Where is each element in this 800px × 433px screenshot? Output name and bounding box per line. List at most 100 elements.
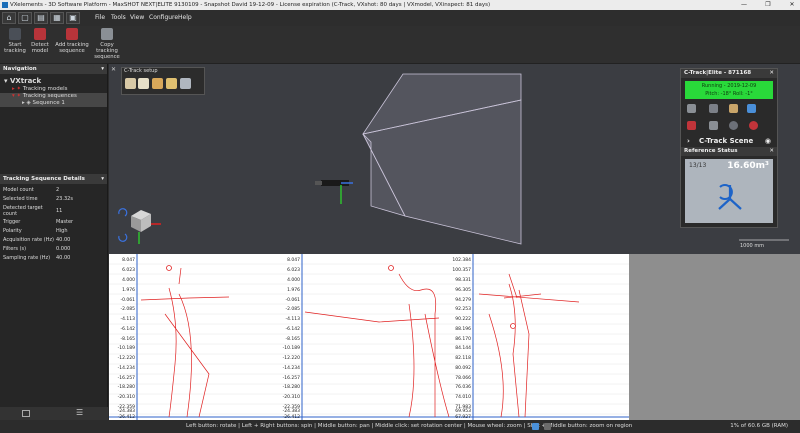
axis-tick-label: 98.331 bbox=[455, 277, 471, 283]
visibility-eye-icon[interactable]: ◉ bbox=[765, 135, 771, 147]
detail-row: Acquisition rate (Hz) 40.00 bbox=[3, 237, 71, 243]
tracker-config-icon[interactable] bbox=[687, 104, 696, 113]
axis-tick-label: -16.257 bbox=[118, 375, 136, 381]
ctrack-scene-row[interactable]: › C-Track Scene ◉ bbox=[681, 135, 777, 147]
detect-model-button[interactable]: Detect model bbox=[28, 28, 52, 54]
tree-item-sequence-1[interactable]: ▸ ◈ Sequence 1 bbox=[0, 100, 107, 107]
view-cube[interactable] bbox=[131, 210, 161, 244]
axis-tick-label: 92.253 bbox=[455, 306, 471, 312]
detail-row: Filters (s) 0.000 bbox=[3, 246, 71, 252]
copy-tracking-sequence-button[interactable]: Copy tracking sequence bbox=[92, 28, 122, 60]
navigation-title: Navigation bbox=[3, 66, 37, 72]
axis-tick-label: 84.144 bbox=[455, 345, 471, 351]
export-icon[interactable]: ▣ bbox=[66, 12, 80, 24]
axis-tick-label: -0.061 bbox=[285, 297, 300, 303]
axis-tick-label: -24.383 bbox=[283, 408, 301, 414]
save-as-icon[interactable]: ▦ bbox=[50, 12, 64, 24]
navigation-tree: ▾ VXtrack ▸ ✦ Tracking models ▾ ✦ Tracki… bbox=[0, 77, 107, 107]
axis-tick-label: 8.047 bbox=[122, 257, 135, 263]
menu-bar: ⌂ ▢ ▤ ▦ ▣ File Tools View Configure Help bbox=[0, 10, 800, 26]
axis-tick-label: -2.085 bbox=[285, 306, 300, 312]
axis-tick-label: 8.047 bbox=[287, 257, 300, 263]
axis-tick-label: 1.976 bbox=[287, 287, 300, 293]
axis-tick-label: -10.189 bbox=[118, 345, 136, 351]
detail-row: Trigger Master bbox=[3, 219, 74, 225]
detail-row: Selected time 23.32s bbox=[3, 196, 73, 202]
axis-tick-label: 82.118 bbox=[455, 355, 471, 361]
detail-row: Sampling rate (Hz) 40.00 bbox=[3, 255, 71, 261]
reference-close-icon[interactable]: ✕ bbox=[769, 147, 774, 156]
menu-help[interactable]: Help bbox=[178, 10, 192, 26]
start-tracking-button[interactable]: Start tracking bbox=[3, 28, 27, 54]
tree-item-tracking-models[interactable]: ▸ ✦ Tracking models bbox=[0, 86, 107, 93]
reference-status-header: Reference Status ✕ bbox=[681, 147, 777, 156]
start-tracking-label: Start tracking bbox=[4, 42, 26, 54]
axis-tick-label: 86.170 bbox=[455, 336, 471, 342]
axis-tick-label: -8.165 bbox=[120, 336, 135, 342]
calibration-icon[interactable] bbox=[729, 104, 738, 113]
axis-tick-label: -14.234 bbox=[283, 365, 301, 371]
menu-file[interactable]: File bbox=[95, 10, 105, 26]
sphere-icon[interactable] bbox=[729, 121, 738, 130]
scale-label: 1000 mm bbox=[740, 243, 765, 249]
details-collapse-icon[interactable]: ▾ bbox=[101, 174, 104, 184]
axis-tick-label: -24.383 bbox=[118, 408, 136, 414]
rotate-arrows-icon[interactable] bbox=[118, 208, 128, 242]
status-indicator-1-icon[interactable] bbox=[532, 423, 539, 430]
close-window-button[interactable]: ✕ bbox=[784, 0, 800, 10]
toolbar: Start tracking Detect model Add tracking… bbox=[0, 26, 800, 64]
detect-model-label: Detect model bbox=[31, 42, 49, 54]
axis-tick-label: -14.234 bbox=[118, 365, 136, 371]
axis-tick-label: 6.023 bbox=[122, 267, 135, 273]
window-title: VXelements - 3D Software Platform - MaxS… bbox=[10, 2, 491, 8]
details-title: Tracking Sequence Details bbox=[3, 176, 85, 182]
navigation-panel: Navigation ▾ ▾ VXtrack ▸ ✦ Tracking mode… bbox=[0, 64, 108, 174]
mouse-hint-text: Left button: rotate | Left + Right butto… bbox=[186, 423, 633, 429]
positioning-icon[interactable] bbox=[709, 121, 718, 130]
menu-view[interactable]: View bbox=[130, 10, 144, 26]
menu-configure[interactable]: Configure bbox=[149, 10, 178, 26]
tree-item-tracking-sequences[interactable]: ▾ ✦ Tracking sequences bbox=[0, 93, 107, 100]
ctrack-panel: C-Track|Elite - 871168 ✕ Running - 2019-… bbox=[680, 68, 778, 228]
tracking-sequence-details-panel: Tracking Sequence Details ▾ Model count 2… bbox=[0, 174, 108, 407]
trajectory-graphs[interactable]: 8.047 6.023 4.000 1.976 -0.061 -2.085 -4… bbox=[109, 254, 629, 420]
axis-tick-label: -12.220 bbox=[118, 355, 136, 361]
list-view-icon[interactable]: ☰ bbox=[76, 408, 83, 417]
status-indicator-2-icon[interactable] bbox=[544, 423, 551, 430]
axis-tick-label: 76.036 bbox=[455, 384, 471, 390]
target-icon[interactable] bbox=[687, 121, 696, 130]
graphs-canvas: 8.047 6.023 4.000 1.976 -0.061 -2.085 -4… bbox=[109, 254, 629, 420]
home-icon[interactable]: ⌂ bbox=[2, 12, 16, 24]
axis-tick-label: -8.165 bbox=[285, 336, 300, 342]
maximize-button[interactable]: ❐ bbox=[760, 0, 776, 10]
add-tracking-sequence-button[interactable]: Add tracking sequence bbox=[55, 28, 89, 54]
axis-tick-label: -2.085 bbox=[120, 306, 135, 312]
axis-tick-label: 6.023 bbox=[287, 267, 300, 273]
details-header: Tracking Sequence Details ▾ bbox=[0, 174, 107, 184]
axis-tick-label: 4.000 bbox=[287, 277, 300, 283]
axis-tick-label: -12.220 bbox=[283, 355, 301, 361]
grid-view-icon[interactable] bbox=[22, 410, 30, 417]
status-bar: Left button: rotate | Left + Right butto… bbox=[0, 420, 800, 433]
ctrack-panel-header: C-Track|Elite - 871168 ✕ bbox=[681, 69, 777, 78]
new-file-icon[interactable]: ▢ bbox=[18, 12, 32, 24]
detect-model-icon bbox=[34, 28, 46, 40]
camera-icon[interactable] bbox=[709, 104, 718, 113]
ctrack-panel-close-icon[interactable]: ✕ bbox=[769, 69, 774, 78]
menu-tools[interactable]: Tools bbox=[111, 10, 126, 26]
reference-count: 13/13 bbox=[689, 162, 707, 169]
navigation-collapse-icon[interactable]: ▾ bbox=[101, 64, 104, 74]
title-bar: VXelements - 3D Software Platform - MaxS… bbox=[0, 0, 800, 10]
scene-expand-icon[interactable]: › bbox=[687, 135, 690, 147]
display-icon[interactable] bbox=[747, 104, 756, 113]
tree-item-vxtrack[interactable]: ▾ VXtrack bbox=[0, 77, 107, 86]
axis-tick-label: -20.310 bbox=[118, 394, 136, 400]
minimize-button[interactable]: — bbox=[736, 0, 752, 10]
stop-icon[interactable] bbox=[749, 121, 758, 130]
reference-volume: 16.60m³ bbox=[727, 161, 769, 171]
axis-tick-label: 102.384 bbox=[452, 257, 471, 263]
detail-row: Model count 2 bbox=[3, 187, 60, 193]
trajectory-curves bbox=[140, 267, 580, 418]
axis-tick-label: 94.279 bbox=[455, 297, 471, 303]
save-icon[interactable]: ▤ bbox=[34, 12, 48, 24]
